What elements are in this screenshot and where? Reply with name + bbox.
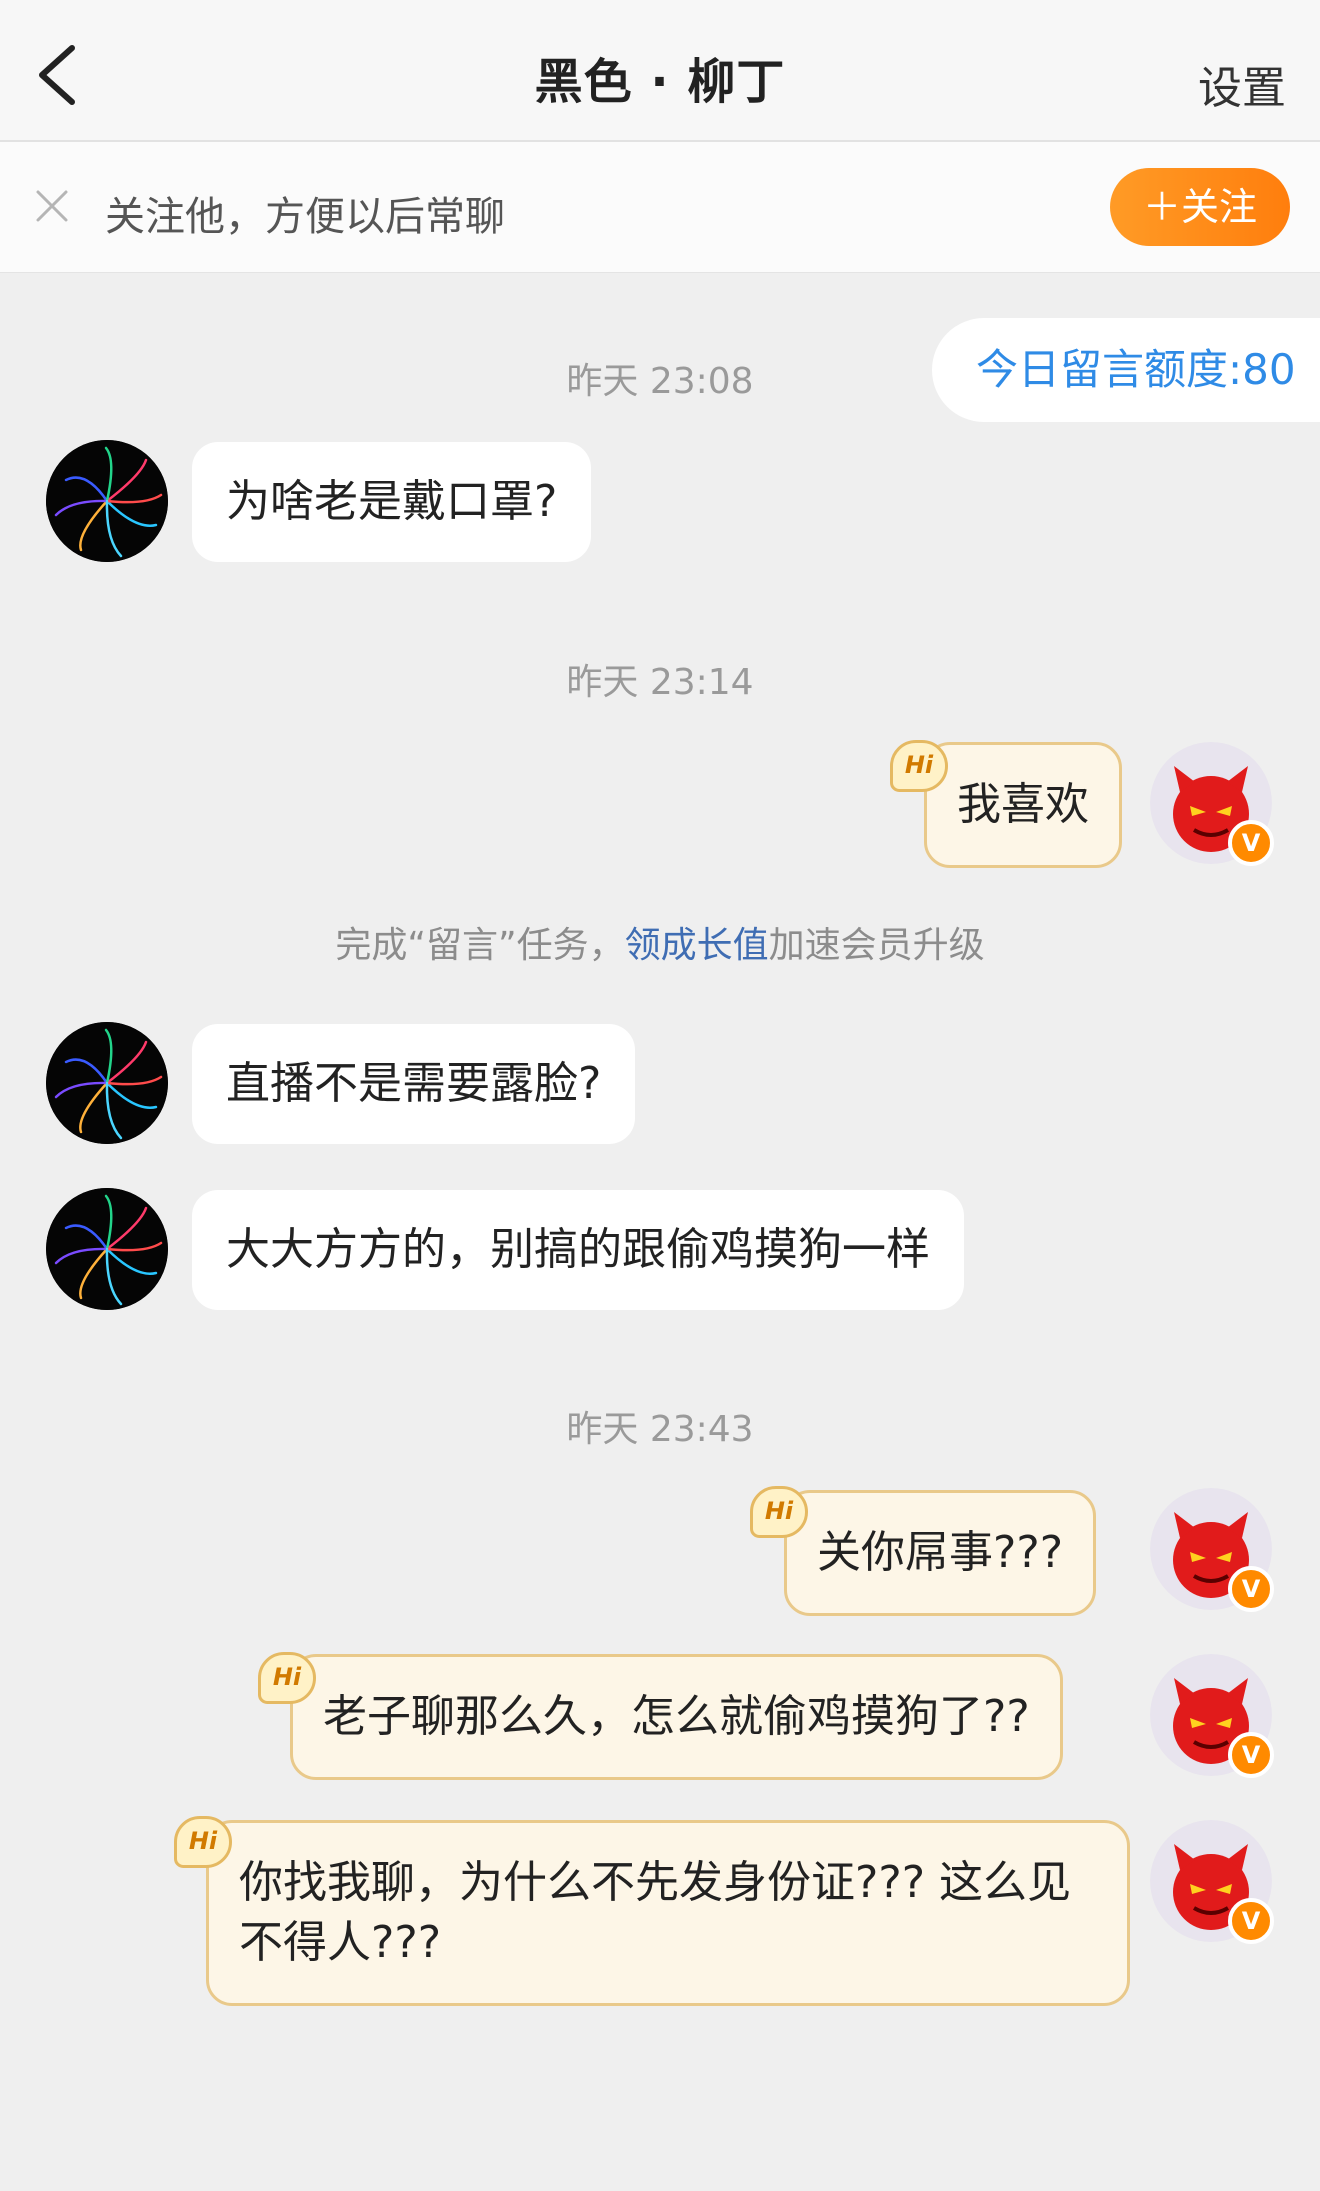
message-text: 我喜欢 [957,779,1089,830]
message-text: 老子聊那么久，怎么就偷鸡摸狗了?? [323,1691,1030,1742]
settings-button[interactable]: 设置 [1198,52,1286,116]
task-hint: 完成“留言”任务，领成长值加速会员升级 [0,916,1320,968]
hi-badge: Hi [258,1652,316,1704]
avatar[interactable] [46,1188,168,1310]
task-hint-suffix: 加速会员升级 [768,925,985,966]
timestamp: 昨天 23:08 [566,361,754,402]
message-text: 为啥老是戴口罩? [226,476,558,527]
timestamp: 昨天 23:43 [566,1409,754,1450]
follow-prompt-bar: 关注他，方便以后常聊 ＋关注 [0,142,1320,273]
close-icon [36,190,68,222]
avatar-swirl-icon [46,1188,168,1310]
top-nav-bar: 黑色 · 柳丁 设置 [0,0,1320,142]
verified-badge: V [1228,1732,1274,1778]
message-bubble-outgoing: 老子聊那么久，怎么就偷鸡摸狗了?? [290,1654,1063,1780]
message-bubble-incoming: 大大方方的，别搞的跟偷鸡摸狗一样 [192,1190,964,1310]
avatar[interactable] [46,1022,168,1144]
message-text: 你找我聊，为什么不先发身份证??? 这么见不得人??? [239,1857,1072,1968]
chat-title: 黑色 · 柳丁 [534,54,786,110]
growth-value-link[interactable]: 领成长值 [625,925,769,966]
timestamp: 昨天 23:14 [566,662,754,703]
message-text: 大大方方的，别搞的跟偷鸡摸狗一样 [226,1224,930,1275]
hi-badge: Hi [174,1816,232,1868]
avatar-swirl-icon [46,1022,168,1144]
follow-button[interactable]: ＋关注 [1110,168,1290,246]
message-text: 直播不是需要露脸? [226,1058,602,1109]
message-bubble-outgoing: 你找我聊，为什么不先发身份证??? 这么见不得人??? [206,1820,1130,2006]
avatar[interactable] [46,440,168,562]
hi-badge: Hi [890,740,948,792]
avatar-swirl-icon [46,440,168,562]
message-bubble-incoming: 直播不是需要露脸? [192,1024,636,1144]
message-bubble-outgoing: 关你屌事??? [784,1490,1097,1616]
close-button[interactable] [34,188,70,224]
verified-badge: V [1228,1566,1274,1612]
verified-badge: V [1228,1898,1274,1944]
message-text: 关你屌事??? [817,1527,1064,1578]
follow-prompt-text: 关注他，方便以后常聊 [105,194,505,240]
verified-badge: V [1228,820,1274,866]
task-hint-prefix: 完成“留言”任务， [335,925,625,966]
hi-badge: Hi [750,1486,808,1538]
message-bubble-incoming: 为啥老是戴口罩? [192,442,592,562]
message-bubble-outgoing: 我喜欢 [924,742,1122,868]
